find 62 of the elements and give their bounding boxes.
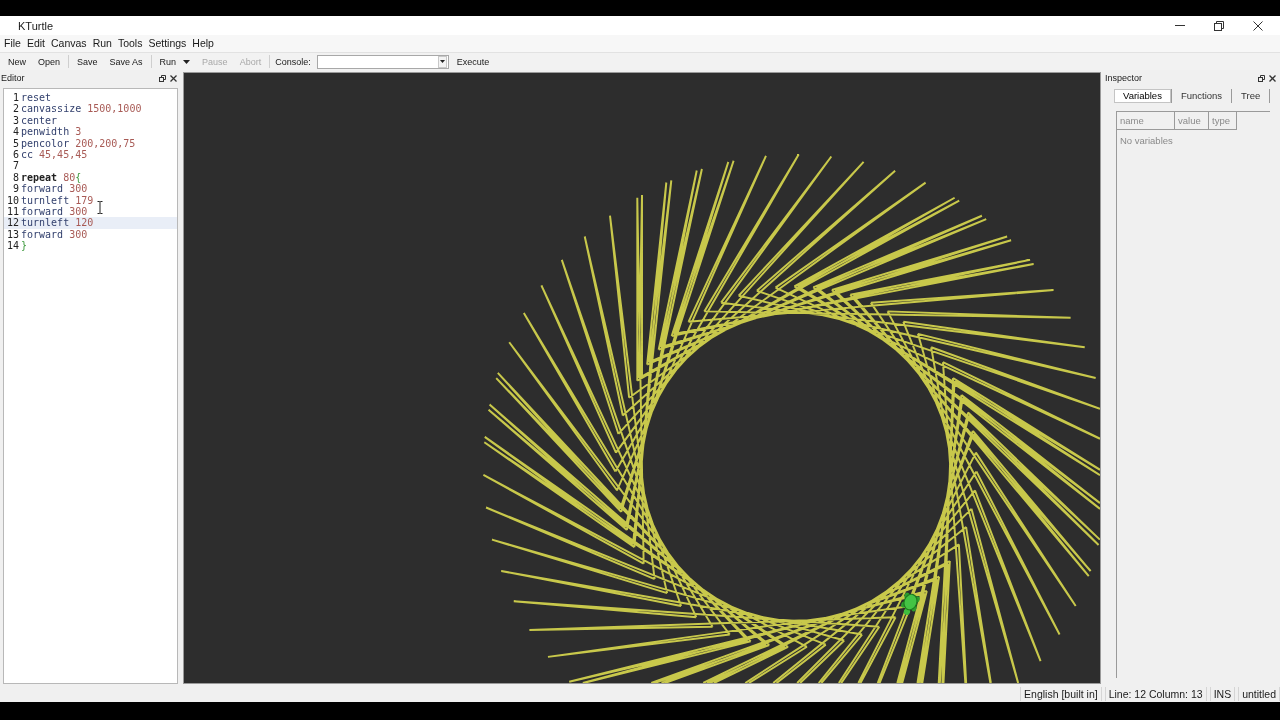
toolbar-button[interactable]: Execute (450, 54, 496, 69)
caret-icon (183, 59, 191, 64)
status-field: Line: 12 Column: 13 (1104, 687, 1207, 701)
restore-icon[interactable] (1214, 20, 1224, 31)
menu-item[interactable]: Canvas (51, 37, 87, 50)
code-line: turnleft 120 (21, 217, 94, 229)
status-field: English [built in] (1020, 687, 1102, 701)
menu-item[interactable]: File (4, 37, 21, 50)
undock-icon[interactable] (159, 74, 166, 82)
tab[interactable]: Functions (1171, 89, 1233, 103)
code-editor[interactable]: 1 reset 2 canvassize 1500,1000 3 center 4 penwidth 3 5 pencolor 200,200,75 6 cc 45,45,45 7 8 repeat 80{ 9 forward 300 10 turnleft 179 11 forward 300 12 turnleft 120 13 forward 300 14 } (3, 88, 178, 684)
console-label: Console: (275, 56, 311, 67)
empty-message: No variables (1119, 134, 1174, 148)
close-icon[interactable] (170, 74, 177, 82)
line-number: 12 (5, 217, 20, 229)
turtle-icon (901, 592, 920, 615)
tab[interactable]: Tree (1232, 89, 1271, 103)
code-line: forward 300 (21, 228, 88, 241)
tab[interactable]: Variables (1114, 89, 1172, 103)
line-number: 6 (11, 148, 20, 161)
code-line: reset (21, 92, 52, 104)
code-line: repeat 80{ (21, 171, 82, 184)
code-line: } (21, 240, 28, 252)
toolbar-button[interactable]: Open (32, 54, 67, 69)
line-number: 1 (11, 92, 20, 104)
panel-title: Inspector (1105, 73, 1143, 83)
code-line: cc 45,45,45 (21, 148, 88, 161)
code-line: penwidth 3 (21, 126, 82, 138)
line-number: 10 (5, 194, 20, 206)
menu-item[interactable]: Help (192, 37, 214, 50)
code-line: forward 300 (21, 205, 88, 218)
status-field: untitled (1238, 687, 1280, 701)
close-icon[interactable] (1253, 20, 1263, 31)
toolbar-button[interactable]: Save (71, 54, 104, 69)
line-number: 5 (11, 137, 20, 149)
i-beam-cursor-icon (97, 201, 103, 214)
line-number: 8 (11, 171, 20, 184)
toolbar-button[interactable]: Save As (103, 54, 149, 69)
menu-item[interactable]: Tools (117, 37, 143, 50)
line-number: 4 (11, 126, 20, 138)
line-number: 14 (5, 240, 20, 252)
window-title: KTurtle (18, 19, 54, 32)
code-line: forward 300 (21, 183, 88, 195)
line-number: 9 (11, 183, 20, 195)
panel-title: Editor (1, 73, 25, 83)
toolbar-button[interactable]: New (2, 54, 32, 69)
line-number: 2 (11, 103, 20, 115)
dropdown-button[interactable]: Run (153, 54, 197, 69)
menu-item[interactable]: Settings (148, 37, 187, 50)
code-line: center (21, 114, 58, 127)
line-number: 13 (5, 228, 20, 241)
undock-icon[interactable] (1258, 74, 1265, 82)
status-field: INS (1209, 687, 1236, 701)
line-number: 3 (11, 114, 20, 127)
code-line: pencolor 200,200,75 (21, 137, 136, 149)
code-line: turnleft 179 (21, 194, 94, 206)
menu-item[interactable]: Edit (26, 37, 45, 50)
menu-item[interactable]: Run (92, 37, 112, 50)
code-line: canvassize 1500,1000 (21, 103, 142, 115)
close-icon[interactable] (1269, 74, 1276, 82)
line-number: 11 (5, 205, 20, 218)
line-number: 7 (11, 160, 20, 172)
